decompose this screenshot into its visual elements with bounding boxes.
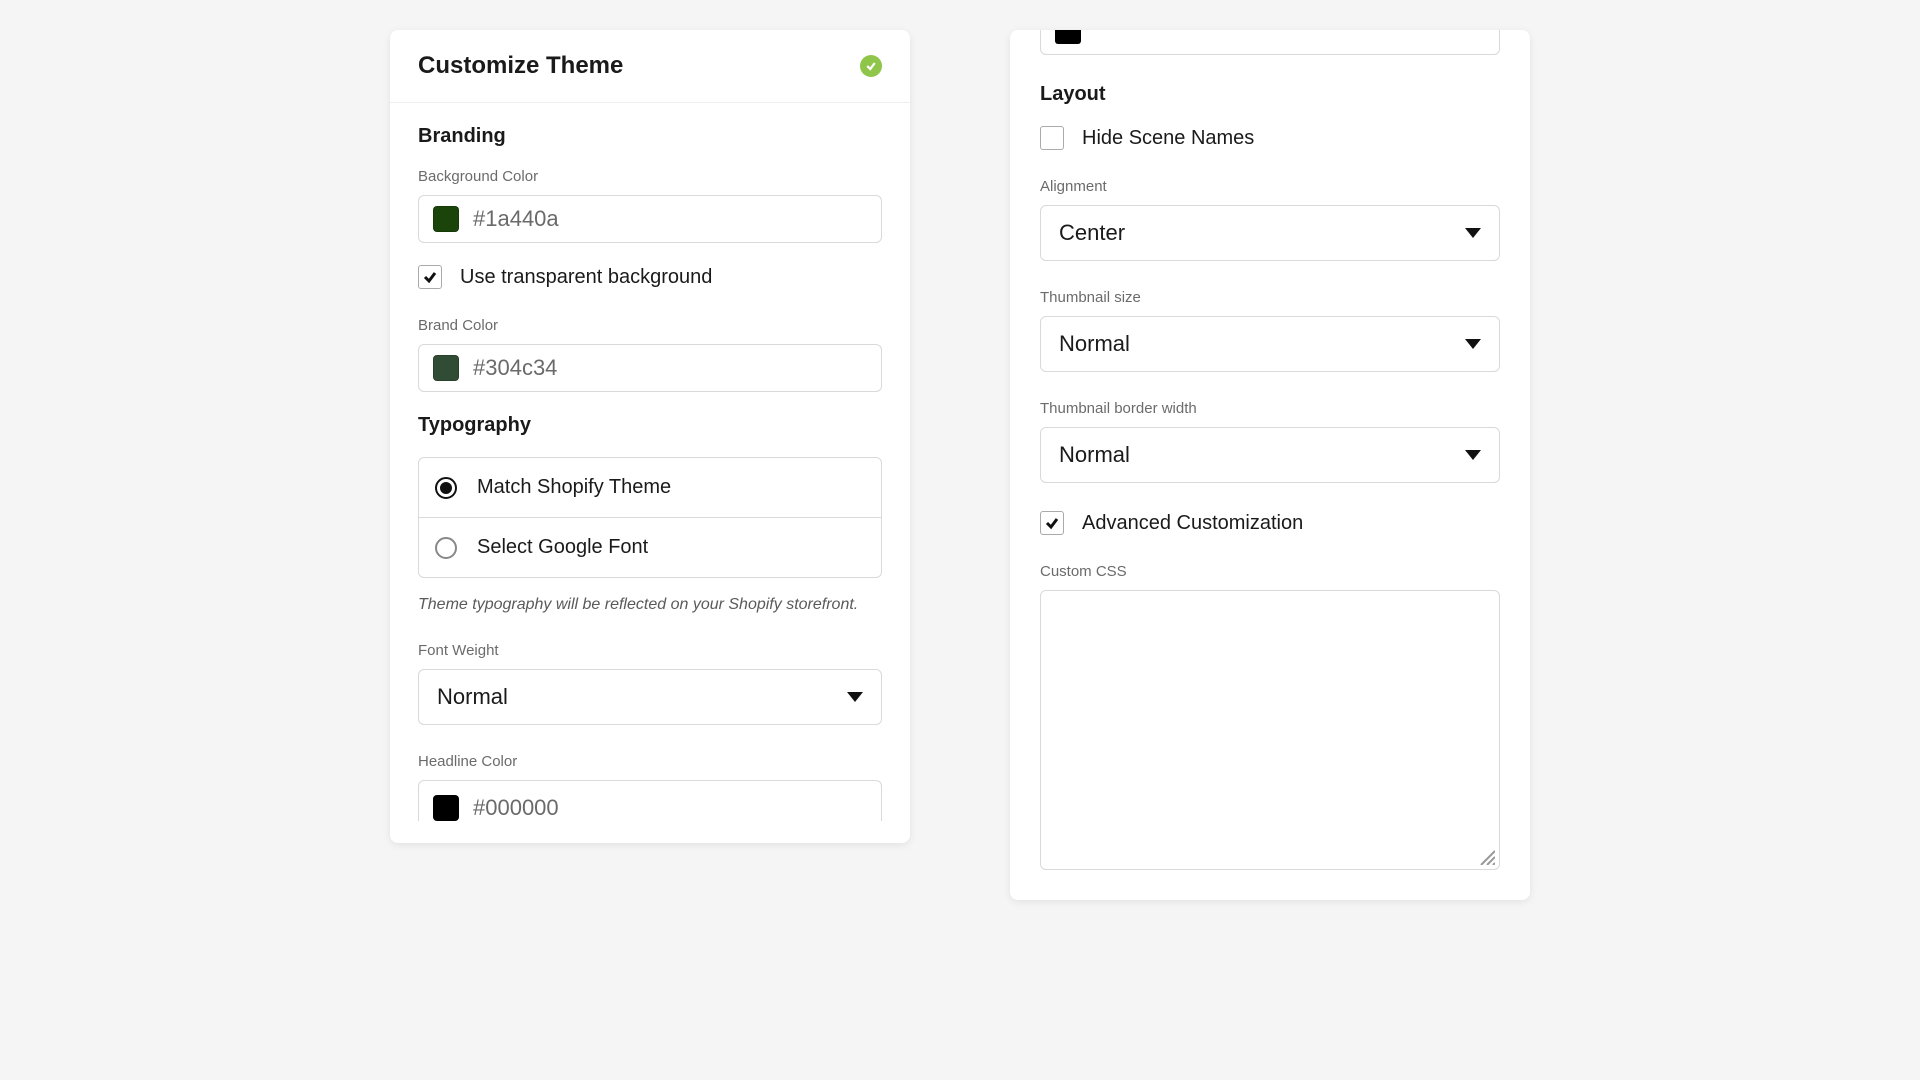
brand-color-input[interactable]: #304c34	[418, 344, 882, 392]
brand-color-value: #304c34	[473, 355, 557, 381]
chevron-down-icon	[1465, 228, 1481, 238]
panel-header: Customize Theme	[390, 30, 910, 103]
panel-body: Branding Background Color #1a440a Use tr…	[390, 103, 910, 843]
match-shopify-option[interactable]: Match Shopify Theme	[419, 458, 881, 517]
check-icon	[865, 60, 877, 72]
cutoff-color-swatch	[1055, 30, 1081, 44]
hide-scene-names-label: Hide Scene Names	[1082, 127, 1254, 150]
headline-color-value: #000000	[473, 795, 559, 821]
chevron-down-icon	[847, 692, 863, 702]
alignment-select[interactable]: Center	[1040, 205, 1500, 261]
advanced-customization-checkbox[interactable]	[1040, 511, 1064, 535]
customize-theme-panel: Customize Theme Branding Background Colo…	[390, 30, 910, 843]
match-shopify-label: Match Shopify Theme	[477, 476, 671, 499]
google-font-label: Select Google Font	[477, 536, 648, 559]
typography-note: Theme typography will be reflected on yo…	[418, 596, 882, 614]
typography-title: Typography	[418, 414, 882, 437]
brand-color-label: Brand Color	[418, 317, 882, 334]
branding-title: Branding	[418, 125, 882, 148]
layout-title: Layout	[1040, 83, 1500, 106]
thumbnail-size-value: Normal	[1059, 331, 1130, 357]
chevron-down-icon	[1465, 450, 1481, 460]
custom-css-textarea[interactable]	[1040, 590, 1500, 870]
thumbnail-size-select[interactable]: Normal	[1040, 316, 1500, 372]
hide-scene-names-checkbox[interactable]	[1040, 126, 1064, 150]
google-font-option[interactable]: Select Google Font	[419, 517, 881, 577]
background-color-input[interactable]: #1a440a	[418, 195, 882, 243]
thumbnail-size-label: Thumbnail size	[1040, 289, 1500, 306]
cutoff-color-input[interactable]	[1040, 30, 1500, 55]
headline-color-input[interactable]: #000000	[418, 780, 882, 821]
advanced-customization-label: Advanced Customization	[1082, 512, 1303, 535]
alignment-label: Alignment	[1040, 178, 1500, 195]
typography-radio-group: Match Shopify Theme Select Google Font	[418, 457, 882, 578]
panel-title: Customize Theme	[418, 52, 623, 80]
check-icon	[1044, 515, 1060, 531]
alignment-value: Center	[1059, 220, 1125, 246]
thumbnail-border-value: Normal	[1059, 442, 1130, 468]
transparent-checkbox-row[interactable]: Use transparent background	[418, 265, 882, 289]
google-font-radio[interactable]	[435, 537, 457, 559]
font-weight-value: Normal	[437, 684, 508, 710]
brand-color-swatch	[433, 355, 459, 381]
status-badge	[860, 55, 882, 77]
transparent-label: Use transparent background	[460, 266, 712, 289]
background-color-swatch	[433, 206, 459, 232]
font-weight-label: Font Weight	[418, 642, 882, 659]
advanced-customization-row[interactable]: Advanced Customization	[1040, 511, 1500, 535]
font-weight-select[interactable]: Normal	[418, 669, 882, 725]
background-color-label: Background Color	[418, 168, 882, 185]
chevron-down-icon	[1465, 339, 1481, 349]
custom-css-label: Custom CSS	[1040, 563, 1500, 580]
check-icon	[422, 269, 438, 285]
thumbnail-border-label: Thumbnail border width	[1040, 400, 1500, 417]
thumbnail-border-select[interactable]: Normal	[1040, 427, 1500, 483]
resize-handle-icon[interactable]	[1477, 847, 1495, 865]
layout-panel: Layout Hide Scene Names Alignment Center…	[1010, 30, 1530, 900]
hide-scene-names-row[interactable]: Hide Scene Names	[1040, 126, 1500, 150]
headline-color-swatch	[433, 795, 459, 821]
match-shopify-radio[interactable]	[435, 477, 457, 499]
headline-color-label: Headline Color	[418, 753, 882, 770]
background-color-value: #1a440a	[473, 206, 559, 232]
transparent-checkbox[interactable]	[418, 265, 442, 289]
